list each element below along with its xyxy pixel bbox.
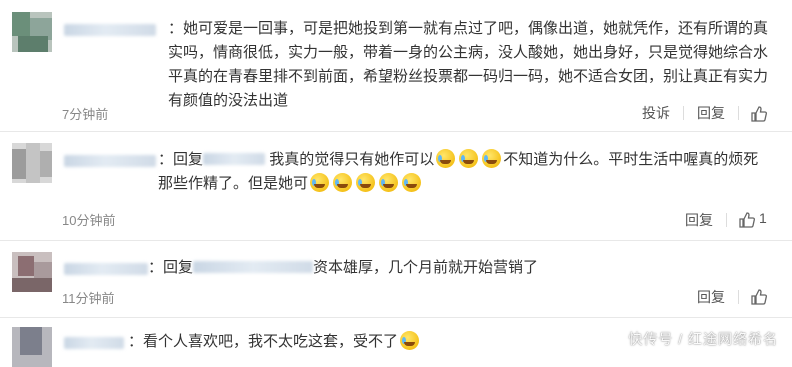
action-separator [738, 106, 739, 120]
thumbs-up-icon[interactable] [751, 289, 767, 305]
reply-button[interactable]: 回复 [685, 210, 713, 230]
action-separator [738, 290, 739, 304]
reply-button[interactable]: 回复 [697, 103, 725, 123]
crying-laughing-face-icon [356, 173, 376, 192]
username[interactable] [64, 263, 148, 275]
comment-time: 7分钟前 [62, 107, 109, 122]
watermark: 快传号 / 红途网络希名 [628, 331, 778, 347]
avatar[interactable] [12, 143, 52, 183]
username[interactable] [64, 24, 156, 36]
username[interactable] [64, 337, 124, 349]
reply-prefix: 回复 [173, 151, 204, 168]
action-separator [726, 213, 727, 227]
comment-item: ：回复 资本雄厚，几个月前就开始营销了 11分钟前 回复 [0, 241, 792, 317]
crying-laughing-face-icon [379, 173, 399, 192]
reply-button[interactable]: 回复 [697, 287, 725, 307]
comment-text: ：回复 我真的觉得只有她作可以 不知道为什么。平时生活中喔真的烦死那些作精了。但是… [158, 149, 759, 192]
reply-target-username[interactable] [203, 153, 266, 165]
report-button[interactable]: 投诉 [642, 103, 670, 123]
reply-target-username[interactable] [193, 261, 314, 273]
username[interactable] [64, 155, 156, 167]
thumbs-up-icon[interactable] [751, 106, 767, 122]
crying-laughing-face-icon [436, 149, 456, 168]
crying-laughing-face-icon [400, 331, 420, 350]
crying-laughing-face-icon [333, 173, 353, 192]
comment-time: 11分钟前 [62, 291, 115, 306]
crying-laughing-face-icon [482, 149, 502, 168]
action-separator [683, 106, 684, 120]
avatar[interactable] [12, 327, 52, 367]
avatar[interactable] [12, 252, 52, 292]
comment-text: ：回复 资本雄厚，几个月前就开始营销了 [148, 259, 539, 276]
comment-item: ：回复 我真的觉得只有她作可以 不知道为什么。平时生活中喔真的烦死那些作精了。但是… [0, 132, 792, 240]
crying-laughing-face-icon [459, 149, 479, 168]
thumbs-up-icon[interactable] [739, 212, 755, 228]
avatar[interactable] [12, 12, 52, 52]
like-count: 1 [759, 210, 767, 226]
comment-text: ：她可爱是一回事，可是把她投到第一就有点过了吧，偶像出道，她就凭作，还有所谓的真… [168, 20, 769, 109]
comment-time: 10分钟前 [62, 213, 116, 228]
reply-prefix: 回复 [163, 259, 194, 276]
comment-item: ：她可爱是一回事，可是把她投到第一就有点过了吧，偶像出道，她就凭作，还有所谓的真… [0, 0, 792, 131]
crying-laughing-face-icon [402, 173, 422, 192]
crying-laughing-face-icon [310, 173, 330, 192]
